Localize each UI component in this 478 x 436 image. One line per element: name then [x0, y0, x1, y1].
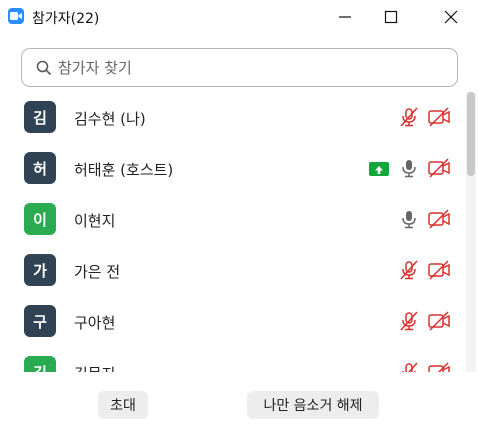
avatar: 허 [24, 152, 56, 184]
search-icon [36, 60, 52, 76]
mic-muted-icon[interactable] [398, 310, 420, 332]
title-bar: 참가자(22) [0, 0, 478, 34]
participant-list: 김 김수현 (나) 허 허태훈 (호스트) 이 이현지 가 가은 전 구 구아현 [0, 92, 466, 372]
video-off-icon[interactable] [427, 361, 451, 372]
participant-name: 이현지 [74, 212, 116, 230]
avatar: 김 [24, 356, 56, 372]
avatar: 구 [24, 305, 56, 337]
participant-row[interactable]: 가 가은 전 [0, 245, 466, 296]
avatar: 이 [24, 203, 56, 235]
minimize-button[interactable] [322, 0, 368, 34]
mic-muted-icon[interactable] [398, 259, 420, 281]
close-icon [444, 10, 458, 24]
participant-row[interactable]: 허 허태훈 (호스트) [0, 143, 466, 194]
mic-muted-icon[interactable] [398, 361, 420, 372]
participant-name: 가은 전 [74, 263, 121, 281]
video-off-icon[interactable] [427, 208, 451, 230]
participant-name: 김문지 [74, 363, 115, 372]
mic-icon[interactable] [398, 208, 420, 230]
invite-button[interactable]: 초대 [98, 391, 148, 419]
mic-icon[interactable] [398, 157, 420, 179]
maximize-icon [384, 10, 398, 24]
minimize-icon [339, 16, 351, 18]
participant-row[interactable]: 구 구아현 [0, 296, 466, 347]
avatar: 가 [24, 254, 56, 286]
close-button[interactable] [428, 0, 474, 34]
participant-row[interactable]: 이 이현지 [0, 194, 466, 245]
video-off-icon[interactable] [427, 310, 451, 332]
maximize-button[interactable] [368, 0, 414, 34]
video-off-icon[interactable] [427, 157, 451, 179]
zoom-app-icon [8, 8, 24, 24]
participant-name: 구아현 [74, 314, 116, 332]
search-box[interactable] [21, 48, 458, 87]
video-off-icon[interactable] [427, 259, 451, 281]
video-off-icon[interactable] [427, 106, 451, 128]
avatar: 김 [24, 101, 56, 133]
window-title: 참가자(22) [32, 11, 100, 27]
share-screen-icon [369, 162, 389, 176]
participant-row[interactable]: 김 김수현 (나) [0, 92, 466, 143]
participant-name: 허태훈 (호스트) [74, 161, 174, 179]
participant-name: 김수현 (나) [74, 110, 146, 128]
unmute-me-button[interactable]: 나만 음소거 해제 [247, 391, 379, 419]
mic-muted-icon[interactable] [398, 106, 420, 128]
search-input[interactable] [58, 57, 438, 79]
scrollbar-thumb[interactable] [467, 92, 475, 176]
participant-row[interactable]: 김 김문지 [0, 347, 466, 372]
scrollbar[interactable] [466, 92, 476, 372]
